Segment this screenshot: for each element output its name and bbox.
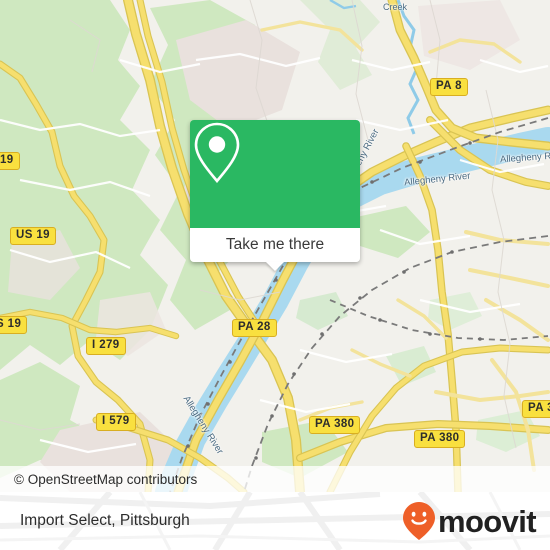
moovit-smiley-pin-icon: [402, 502, 435, 540]
location-callout-card[interactable]: Take me there: [190, 120, 360, 271]
callout-pointer: [266, 262, 284, 271]
map-canvas[interactable]: PA 8 19 US 19 S 19 I 279 I 579 PA 28 PA …: [0, 0, 550, 492]
road-shield: I 579: [96, 413, 136, 431]
map-attribution: © OpenStreetMap contributors: [0, 466, 550, 492]
map-pin-icon: [194, 122, 240, 184]
callout-header: [190, 120, 360, 228]
bottom-info-bar: Import Select, Pittsburgh moovit: [0, 492, 550, 550]
moovit-brand[interactable]: moovit: [402, 501, 537, 541]
road-shield: PA 380: [414, 430, 466, 448]
road-shield: 19: [0, 152, 20, 170]
road-shield: PA 380: [309, 416, 361, 434]
moovit-wordmark: moovit: [437, 503, 537, 539]
road-shield: I 279: [86, 337, 126, 355]
callout-footer[interactable]: Take me there: [190, 228, 360, 271]
screenshot-root: PA 8 19 US 19 S 19 I 279 I 579 PA 28 PA …: [0, 0, 550, 550]
road-shield: PA 8: [430, 78, 468, 96]
creek-label: Creek: [383, 2, 408, 12]
place-label: Import Select, Pittsburgh: [20, 512, 190, 529]
road-shield: PA 28: [232, 319, 277, 337]
take-me-there-label: Take me there: [225, 236, 325, 253]
road-shield: PA 38: [522, 400, 550, 418]
road-shield: S 19: [0, 316, 28, 334]
attribution-text: © OpenStreetMap contributors: [14, 471, 198, 487]
road-shield: US 19: [10, 227, 56, 245]
